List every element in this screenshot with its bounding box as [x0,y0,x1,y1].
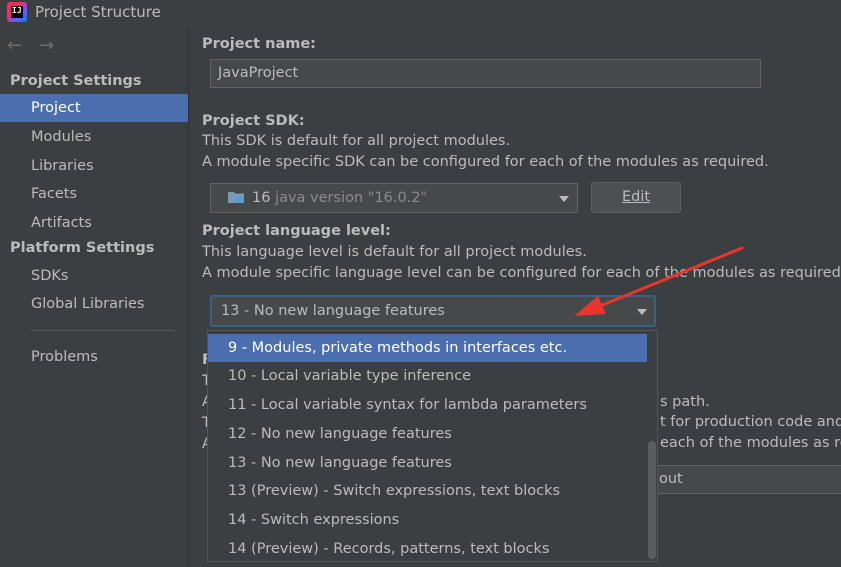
annotation-arrow-icon [574,246,744,316]
